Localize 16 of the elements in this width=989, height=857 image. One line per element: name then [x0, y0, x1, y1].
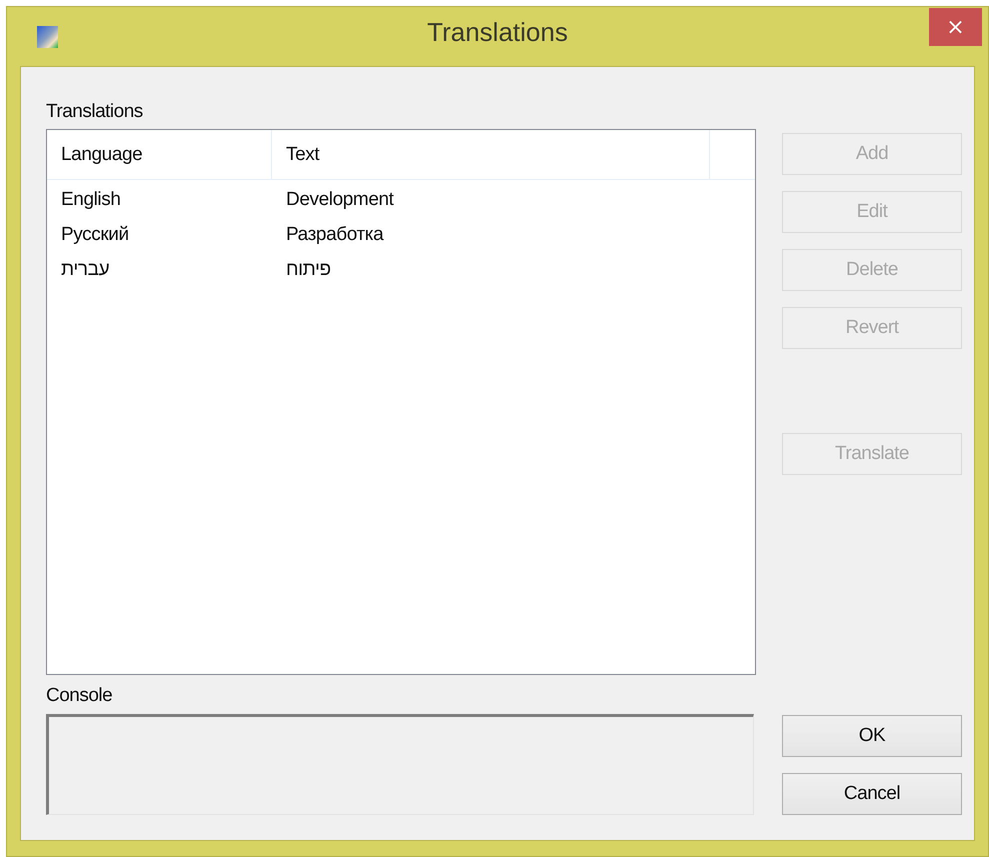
dialog-button[interactable]: Cancel [782, 773, 962, 815]
language-name: עברית [61, 258, 110, 280]
list-label: Translations [46, 101, 143, 123]
language-name: Русский [61, 224, 129, 244]
translation-text: Development [286, 188, 394, 210]
window-title: Translations [427, 17, 568, 47]
translation-text: פיתוח [286, 258, 331, 280]
close-button[interactable]: × [929, 8, 982, 46]
column-header[interactable]: Text [272, 130, 710, 179]
console-field[interactable] [46, 714, 754, 815]
dialog-button[interactable]: OK [782, 715, 962, 757]
translation-text: Разработка [286, 224, 384, 244]
console-label: Console [46, 685, 112, 707]
column-header[interactable]: Language [47, 130, 272, 179]
app-icon [37, 26, 58, 48]
language-name: English [61, 188, 121, 210]
